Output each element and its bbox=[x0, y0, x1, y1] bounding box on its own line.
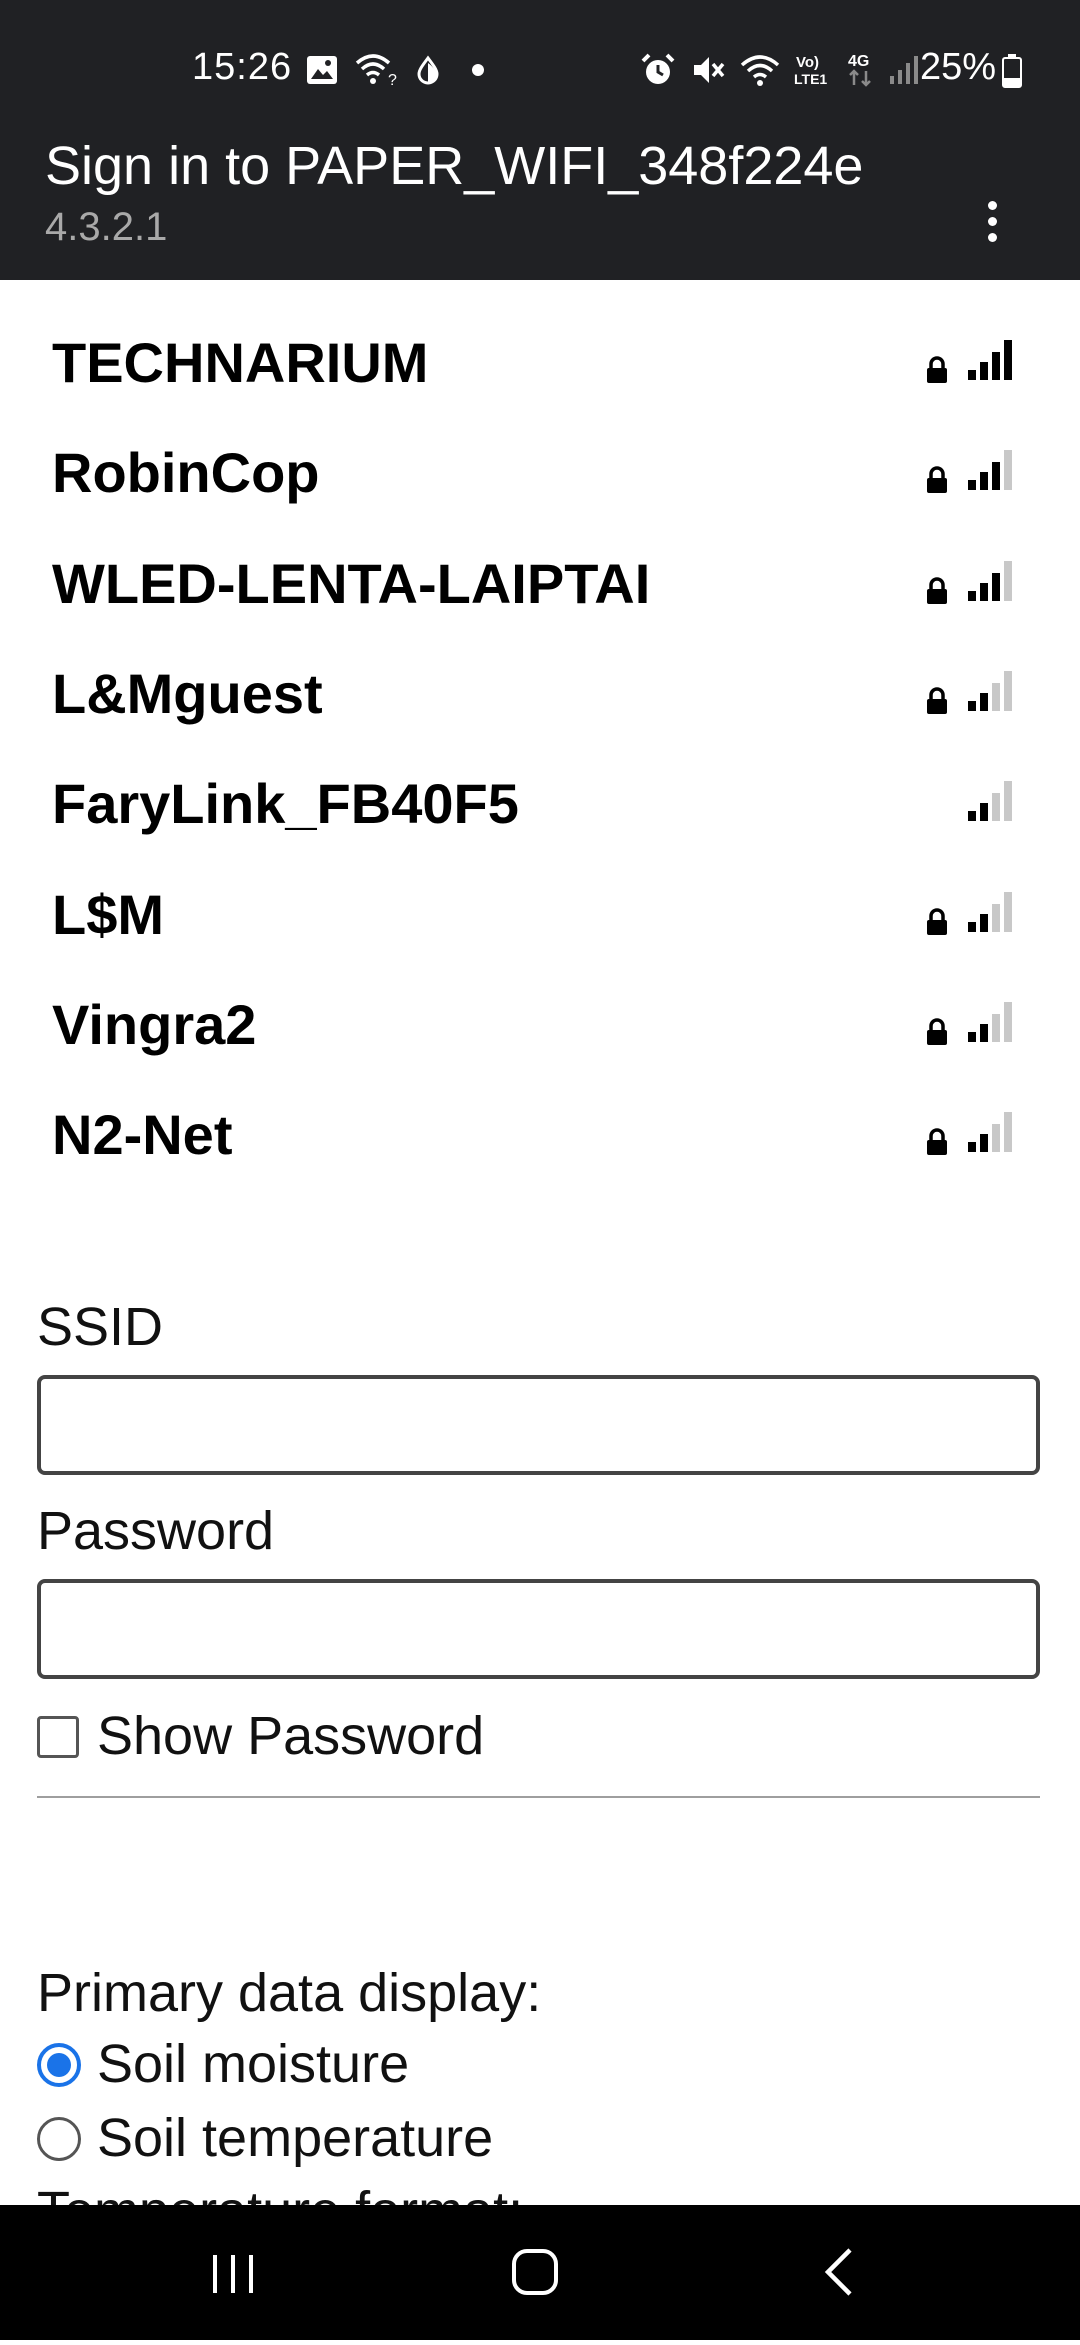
network-name[interactable]: L&Mguest bbox=[52, 661, 323, 726]
navigation-bar bbox=[0, 2205, 1080, 2340]
back-icon[interactable] bbox=[778, 2205, 898, 2340]
lock-icon bbox=[925, 576, 949, 610]
wifi-signal-icon bbox=[968, 557, 1016, 608]
network-name[interactable]: WLED-LENTA-LAIPTAI bbox=[52, 551, 650, 616]
home-icon[interactable] bbox=[475, 2205, 595, 2340]
ssid-input[interactable] bbox=[37, 1375, 1040, 1475]
network-name[interactable]: N2-Net bbox=[52, 1102, 232, 1167]
network-name[interactable]: RobinCop bbox=[52, 440, 319, 505]
cell-signal-icon bbox=[888, 54, 922, 86]
lock-icon bbox=[925, 907, 949, 941]
lock-icon bbox=[925, 1128, 949, 1161]
status-bar: 15:26 ? Vo) LTE1 4G 25% bbox=[0, 0, 1080, 135]
more-vert-icon[interactable] bbox=[970, 165, 1014, 242]
lock-icon bbox=[925, 466, 949, 499]
network-row[interactable]: TECHNARIUM bbox=[0, 306, 1080, 416]
network-name[interactable]: TECHNARIUM bbox=[52, 330, 428, 395]
soil-moisture-radio[interactable] bbox=[37, 2043, 81, 2087]
network-name[interactable]: FaryLink_FB40F5 bbox=[52, 771, 519, 836]
battery-percent: 25% bbox=[920, 46, 997, 88]
wifi-signal-icon bbox=[968, 1108, 1016, 1159]
network-row[interactable]: N2-Net bbox=[0, 1078, 1080, 1188]
svg-text:Vo): Vo) bbox=[796, 54, 819, 71]
soil-temperature-label[interactable]: Soil temperature bbox=[97, 2107, 493, 2169]
wifi-signal-icon bbox=[968, 336, 1016, 387]
password-input[interactable] bbox=[37, 1579, 1040, 1679]
battery-icon bbox=[1002, 54, 1022, 88]
divider bbox=[37, 1796, 1040, 1798]
password-label: Password bbox=[37, 1501, 275, 1561]
status-right-icons: Vo) LTE1 4G bbox=[640, 48, 922, 92]
alarm-icon bbox=[640, 52, 676, 88]
show-password-checkbox[interactable] bbox=[37, 1716, 79, 1758]
recents-icon[interactable] bbox=[173, 2205, 293, 2340]
network-row[interactable]: FaryLink_FB40F5 bbox=[0, 747, 1080, 857]
status-left-icons: ? bbox=[305, 50, 485, 90]
wifi-signal-icon bbox=[968, 777, 1016, 828]
lock-icon bbox=[925, 356, 949, 389]
4g-icon: 4G bbox=[846, 51, 874, 89]
soil-moisture-label[interactable]: Soil moisture bbox=[97, 2033, 409, 2095]
network-row[interactable]: Vingra2 bbox=[0, 968, 1080, 1078]
wifi-question-icon: ? bbox=[355, 53, 399, 87]
network-name[interactable]: Vingra2 bbox=[52, 992, 256, 1057]
network-row[interactable]: L$M bbox=[0, 858, 1080, 968]
wifi-signal-icon bbox=[968, 446, 1016, 497]
wifi-signal-icon bbox=[968, 667, 1016, 718]
data-saver-icon bbox=[415, 55, 441, 85]
network-name[interactable]: L$M bbox=[52, 882, 164, 947]
wifi-signal-icon bbox=[968, 998, 1016, 1049]
svg-text:4G: 4G bbox=[848, 53, 869, 70]
dot-icon bbox=[471, 63, 485, 77]
svg-text:?: ? bbox=[388, 72, 397, 87]
lock-icon bbox=[925, 1018, 949, 1051]
volte-icon: Vo) LTE1 bbox=[794, 52, 832, 88]
wifi-icon bbox=[740, 53, 780, 87]
wifi-signal-icon bbox=[968, 888, 1016, 939]
app-bar: Sign in to PAPER_WIFI_348f224e 4.3.2.1 bbox=[0, 135, 1080, 280]
show-password-label[interactable]: Show Password bbox=[97, 1705, 484, 1767]
svg-text:LTE1: LTE1 bbox=[794, 71, 827, 87]
page-subtitle: 4.3.2.1 bbox=[45, 205, 168, 249]
page-title: Sign in to PAPER_WIFI_348f224e bbox=[45, 136, 864, 196]
image-icon bbox=[305, 53, 339, 87]
network-row[interactable]: WLED-LENTA-LAIPTAI bbox=[0, 527, 1080, 637]
status-time: 15:26 bbox=[192, 46, 293, 88]
primary-display-label: Primary data display: bbox=[37, 1963, 542, 2023]
mute-icon bbox=[690, 52, 726, 88]
lock-icon bbox=[925, 687, 949, 720]
network-row[interactable]: RobinCop bbox=[0, 416, 1080, 526]
network-row[interactable]: L&Mguest bbox=[0, 637, 1080, 747]
ssid-label: SSID bbox=[37, 1297, 164, 1357]
soil-temperature-radio[interactable] bbox=[37, 2117, 81, 2161]
